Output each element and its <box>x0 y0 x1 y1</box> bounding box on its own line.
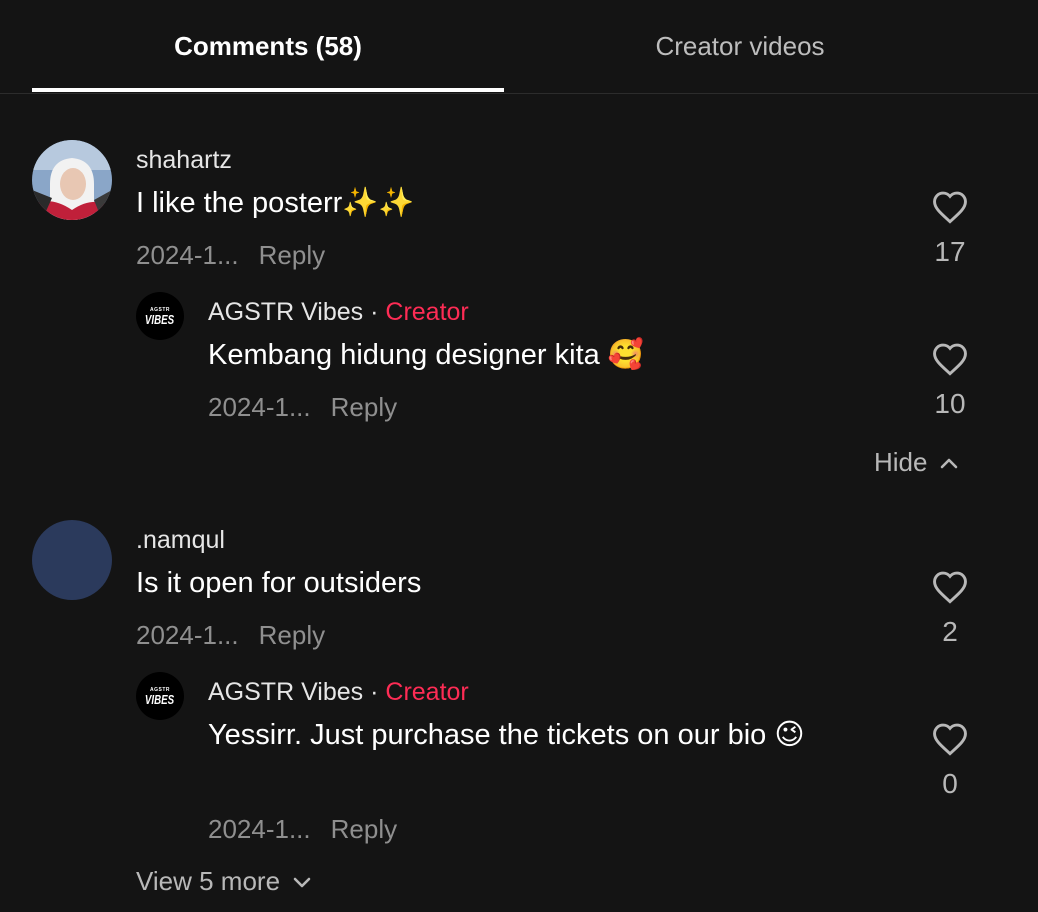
avatar[interactable] <box>32 140 112 220</box>
reply-date: 2024-1... <box>208 814 311 844</box>
reply-text: Yessirr. Just purchase the tickets on ou… <box>208 719 805 751</box>
chevron-down-icon <box>293 877 311 887</box>
comment-meta: 2024-1... Reply <box>136 240 325 271</box>
toggle-label: Hide <box>874 447 928 477</box>
like-button[interactable]: 2 <box>920 570 980 648</box>
comment-text: I like the posterr✨✨ <box>136 187 415 219</box>
user-photo-icon <box>32 140 112 220</box>
view-more-replies-button[interactable]: View 5 more <box>136 866 312 897</box>
creator-badge: Creator <box>385 298 469 326</box>
comment-date: 2024-1... <box>136 240 239 270</box>
separator-dot: · <box>370 298 379 326</box>
creator-avatar[interactable]: AGSTR VIBES <box>136 292 184 340</box>
comment-date: 2024-1... <box>136 620 239 650</box>
reply-button[interactable]: Reply <box>259 240 325 270</box>
avatar[interactable] <box>32 520 112 600</box>
creator-avatar[interactable]: AGSTR VIBES <box>136 672 184 720</box>
hide-replies-button[interactable]: Hide <box>874 447 959 478</box>
comment-username[interactable]: .namqul <box>136 526 225 555</box>
like-button[interactable]: 10 <box>920 342 980 420</box>
reply-author-name: AGSTR Vibes <box>208 298 364 326</box>
like-count: 2 <box>942 616 958 647</box>
reply-date: 2024-1... <box>208 392 311 422</box>
creator-badge: Creator <box>385 678 469 706</box>
comment-username[interactable]: shahartz <box>136 146 232 175</box>
heart-icon <box>933 723 967 756</box>
tab-bar: Comments (58) Creator videos <box>0 0 1038 94</box>
like-count: 17 <box>934 236 966 267</box>
active-tab-indicator <box>32 88 504 92</box>
tab-creator-videos[interactable]: Creator videos <box>504 0 976 93</box>
reply-text: Kembang hidung designer kita 🥰 <box>208 339 644 371</box>
like-count: 0 <box>942 768 958 799</box>
reply-button[interactable]: Reply <box>259 620 325 650</box>
like-button[interactable]: 17 <box>920 190 980 268</box>
reply-username[interactable]: AGSTR Vibes · Creator <box>208 678 469 707</box>
reply-author-name: AGSTR Vibes <box>208 678 364 706</box>
avatar-logo-text: VIBES <box>145 691 175 707</box>
tab-comments[interactable]: Comments (58) <box>32 0 504 93</box>
toggle-label: View 5 more <box>136 866 281 896</box>
heart-icon <box>933 571 967 604</box>
like-count: 10 <box>934 388 966 419</box>
heart-icon <box>933 191 967 224</box>
reply-button[interactable]: Reply <box>331 392 397 422</box>
reply-meta: 2024-1... Reply <box>208 392 397 423</box>
reply-button[interactable]: Reply <box>331 814 397 844</box>
reply-username[interactable]: AGSTR Vibes · Creator <box>208 298 469 327</box>
like-button[interactable]: 0 <box>920 722 980 800</box>
comment-meta: 2024-1... Reply <box>136 620 325 651</box>
chevron-up-icon <box>941 458 958 468</box>
comment-text: Is it open for outsiders <box>136 567 422 599</box>
heart-icon <box>933 343 967 376</box>
reply-meta: 2024-1... Reply <box>208 814 397 845</box>
separator-dot: · <box>370 678 379 706</box>
avatar-logo-text: VIBES <box>145 311 175 327</box>
